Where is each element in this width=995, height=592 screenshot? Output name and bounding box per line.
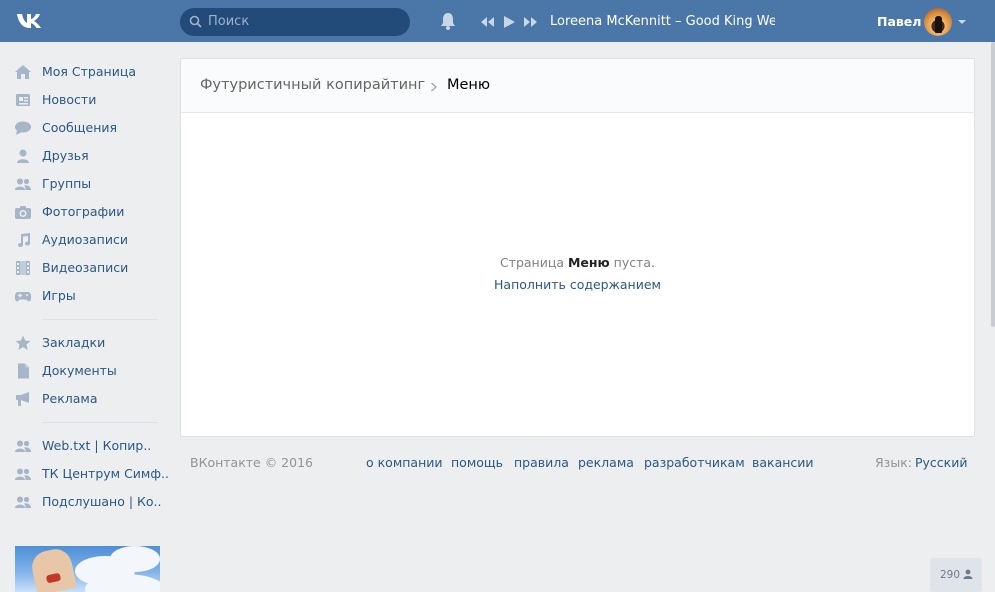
- sidebar-item-label: Группы: [42, 176, 92, 191]
- footer-language-label: Язык:: [875, 455, 912, 470]
- sidebar-item-groups[interactable]: Группы: [14, 170, 164, 196]
- sidebar-item-label: Аудиозаписи: [42, 232, 128, 247]
- footer-link-rules[interactable]: правила: [514, 455, 569, 470]
- search-icon: [189, 15, 202, 28]
- groups-icon: [15, 178, 31, 190]
- footer-copyright: ВКонтакте © 2016: [190, 455, 313, 470]
- page-name: Меню: [567, 255, 610, 270]
- page-scrollbar[interactable]: [991, 42, 995, 327]
- sidebar-item-group-podslushano[interactable]: Подслушано | Ко..: [14, 488, 164, 514]
- groups-icon: [15, 440, 31, 452]
- film-icon: [16, 261, 30, 275]
- breadcrumb-current: Меню: [447, 77, 491, 93]
- groups-icon: [15, 468, 31, 480]
- music-note-icon: [18, 233, 31, 248]
- person-icon: [963, 569, 973, 579]
- sidebar-item-label: ТК Центрум Симф..: [42, 466, 169, 481]
- sidebar-item-label: Документы: [42, 363, 117, 378]
- sidebar-item-news[interactable]: Новости: [14, 86, 164, 112]
- sidebar-item-label: Сообщения: [42, 120, 118, 135]
- promo-image[interactable]: [15, 546, 160, 592]
- sidebar-item-label: Игры: [42, 288, 76, 303]
- empty-page-message: Страница Меню пуста.: [499, 255, 656, 270]
- user-name[interactable]: Павел: [877, 14, 921, 29]
- counter-value: 290: [940, 569, 961, 581]
- chevron-down-icon[interactable]: [958, 20, 966, 24]
- groups-icon: [15, 496, 31, 508]
- sidebar-item-label: Фотографии: [42, 204, 125, 219]
- sidebar-item-my-page[interactable]: Моя Страница: [14, 58, 164, 84]
- news-icon: [16, 94, 30, 106]
- footer-language-select[interactable]: Русский: [915, 455, 967, 470]
- sidebar-item-group-centrum[interactable]: ТК Центрум Симф..: [14, 460, 169, 486]
- next-track-icon[interactable]: [523, 15, 538, 29]
- sidebar-item-label: Реклама: [42, 391, 98, 406]
- sidebar-divider: [42, 319, 158, 320]
- footer-link-about[interactable]: о компании: [366, 455, 443, 470]
- gamepad-icon: [14, 292, 32, 302]
- fill-content-link[interactable]: Наполнить содержанием: [181, 277, 974, 292]
- sidebar-item-ads[interactable]: Реклама: [14, 385, 164, 411]
- sidebar-item-friends[interactable]: Друзья: [14, 142, 164, 168]
- sidebar-item-video[interactable]: Видеозаписи: [14, 254, 164, 280]
- sidebar-item-label: Друзья: [42, 148, 89, 163]
- megaphone-icon: [16, 392, 29, 406]
- breadcrumb: Футуристичный копирайтинг Меню: [181, 59, 974, 113]
- sidebar-item-label: Web.txt | Копир..: [42, 438, 152, 453]
- star-icon: [15, 335, 31, 350]
- sidebar-item-label: Новости: [42, 92, 97, 107]
- bell-icon[interactable]: [440, 12, 456, 30]
- friend-icon: [17, 149, 29, 163]
- avatar[interactable]: [924, 8, 952, 36]
- content-panel: Футуристичный копирайтинг Меню Страница …: [180, 58, 975, 437]
- messages-icon: [15, 121, 31, 135]
- current-track-title[interactable]: Loreena McKennitt – Good King Wenc...: [550, 14, 775, 29]
- sidebar-item-label: Закладки: [42, 335, 106, 350]
- online-counter-badge[interactable]: 290: [930, 558, 982, 592]
- sidebar-item-messages[interactable]: Сообщения: [14, 114, 164, 140]
- sidebar-item-games[interactable]: Игры: [14, 282, 164, 308]
- sidebar-item-audio[interactable]: Аудиозаписи: [14, 226, 164, 252]
- footer-link-help[interactable]: помощь: [451, 455, 503, 470]
- previous-track-icon[interactable]: [480, 15, 495, 29]
- top-header: Поиск Loreena McKennitt – Good King Wenc…: [0, 0, 995, 42]
- search-input[interactable]: Поиск: [180, 8, 410, 36]
- document-icon: [18, 363, 29, 379]
- footer-link-developers[interactable]: разработчикам: [644, 455, 745, 470]
- chevron-right-icon: [431, 82, 437, 92]
- sidebar-item-label: Видеозаписи: [42, 260, 129, 275]
- sidebar-item-bookmarks[interactable]: Закладки: [14, 329, 164, 355]
- home-icon: [15, 65, 31, 79]
- sidebar-item-documents[interactable]: Документы: [14, 357, 164, 383]
- footer-link-jobs[interactable]: вакансии: [752, 455, 814, 470]
- search-placeholder: Поиск: [208, 14, 250, 29]
- camera-icon: [15, 206, 31, 219]
- vk-logo[interactable]: [15, 10, 49, 32]
- sidebar-item-group-webtxt[interactable]: Web.txt | Копир..: [14, 432, 164, 458]
- sidebar-item-photos[interactable]: Фотографии: [14, 198, 164, 224]
- breadcrumb-parent-link[interactable]: Футуристичный копирайтинг: [200, 77, 425, 93]
- sidebar-item-label: Подслушано | Ко..: [42, 494, 162, 509]
- sidebar-divider: [42, 422, 158, 423]
- sidebar-item-label: Моя Страница: [42, 64, 136, 79]
- play-icon[interactable]: [502, 15, 516, 29]
- footer-link-ads[interactable]: реклама: [578, 455, 634, 470]
